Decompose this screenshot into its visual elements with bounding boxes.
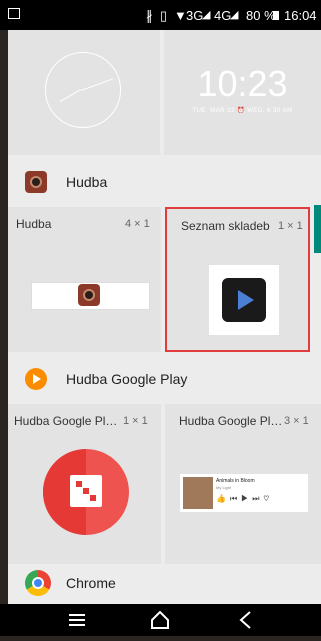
play-music-player-preview: Animals in Bloom My Light 👍⏮▶⏭♡ <box>180 474 308 512</box>
gallery-notification-icon <box>8 8 20 19</box>
status-bar: ∦ ▯ ▼ 3G ◢ 4G ◢ 80 % 16:04 <box>0 0 321 30</box>
album-art <box>183 477 213 509</box>
widget-hudba-4x1[interactable]: Hudba 4 × 1 <box>8 207 161 352</box>
play-music-widget-preview <box>43 449 129 535</box>
digital-clock-widget[interactable]: 10:23 TUE, MAR 22 ⏰ WED, 6:30 AM <box>164 30 321 155</box>
data-saver-icon: ▼ <box>174 8 187 23</box>
play-music-app-icon <box>25 368 47 390</box>
dice-icon <box>70 475 102 507</box>
status-time: 16:04 <box>284 8 317 23</box>
navigation-bar <box>0 604 321 636</box>
widget-title: Hudba <box>16 217 52 231</box>
app-name: Hudba Google Play <box>66 371 188 387</box>
digital-clock-date: TUE, MAR 22 ⏰ WED, 6:30 AM <box>192 108 293 114</box>
network-3g: 3G <box>186 8 204 23</box>
widget-size: 1 × 1 <box>278 220 303 232</box>
play-icon <box>222 278 266 322</box>
analog-clock-widget[interactable] <box>8 30 160 155</box>
widget-play-music-1x1[interactable]: Hudba Google Pl… 1 × 1 <box>8 404 161 564</box>
widget-title: Hudba Google Pl… <box>179 414 283 428</box>
digital-clock-time: 10:23 <box>197 63 288 104</box>
signal-icon: ◢ <box>230 9 239 21</box>
song-artist: My Light <box>216 485 232 490</box>
home-button[interactable] <box>140 604 180 636</box>
hudba-app-icon <box>25 171 47 193</box>
menu-icon <box>69 614 85 626</box>
vibrate-icon: ▯ <box>160 8 168 23</box>
app-name: Hudba <box>66 174 108 190</box>
battery-icon <box>273 11 279 20</box>
bluetooth-icon: ∦ <box>146 8 153 23</box>
player-controls: 👍⏮▶⏭♡ <box>216 494 274 503</box>
scroll-handle[interactable] <box>314 205 321 253</box>
widget-play-music-3x1[interactable]: Hudba Google Pl… 3 × 1 Animals in Bloom … <box>165 404 321 564</box>
music-widget-preview <box>31 282 150 310</box>
widget-size: 3 × 1 <box>284 415 309 427</box>
widget-playlist-1x1-selected[interactable]: Seznam skladeb 1 × 1 <box>165 207 310 352</box>
song-title: Animals in Bloom <box>216 478 255 484</box>
app-header-google-play-music: Hudba Google Play <box>8 358 321 400</box>
app-name: Chrome <box>66 575 116 591</box>
chrome-app-icon <box>25 570 51 596</box>
network-4g: 4G <box>214 8 232 23</box>
battery-percent: 80 % <box>246 8 276 23</box>
widget-title: Hudba Google Pl… <box>14 414 118 428</box>
hudba-app-icon <box>78 284 100 306</box>
menu-button[interactable] <box>57 604 97 636</box>
widget-title: Seznam skladeb <box>181 219 270 233</box>
back-icon <box>239 611 251 629</box>
back-button[interactable] <box>226 604 266 636</box>
widget-picker: 10:23 TUE, MAR 22 ⏰ WED, 6:30 AM Hudba H… <box>8 30 321 604</box>
home-icon <box>151 610 169 629</box>
app-header-chrome: Chrome <box>8 568 321 604</box>
playlist-widget-preview <box>209 265 279 335</box>
widget-size: 4 × 1 <box>125 218 150 230</box>
signal-icon: ◢ <box>202 9 211 21</box>
widget-size: 1 × 1 <box>123 415 148 427</box>
app-header-hudba: Hudba <box>8 161 321 203</box>
